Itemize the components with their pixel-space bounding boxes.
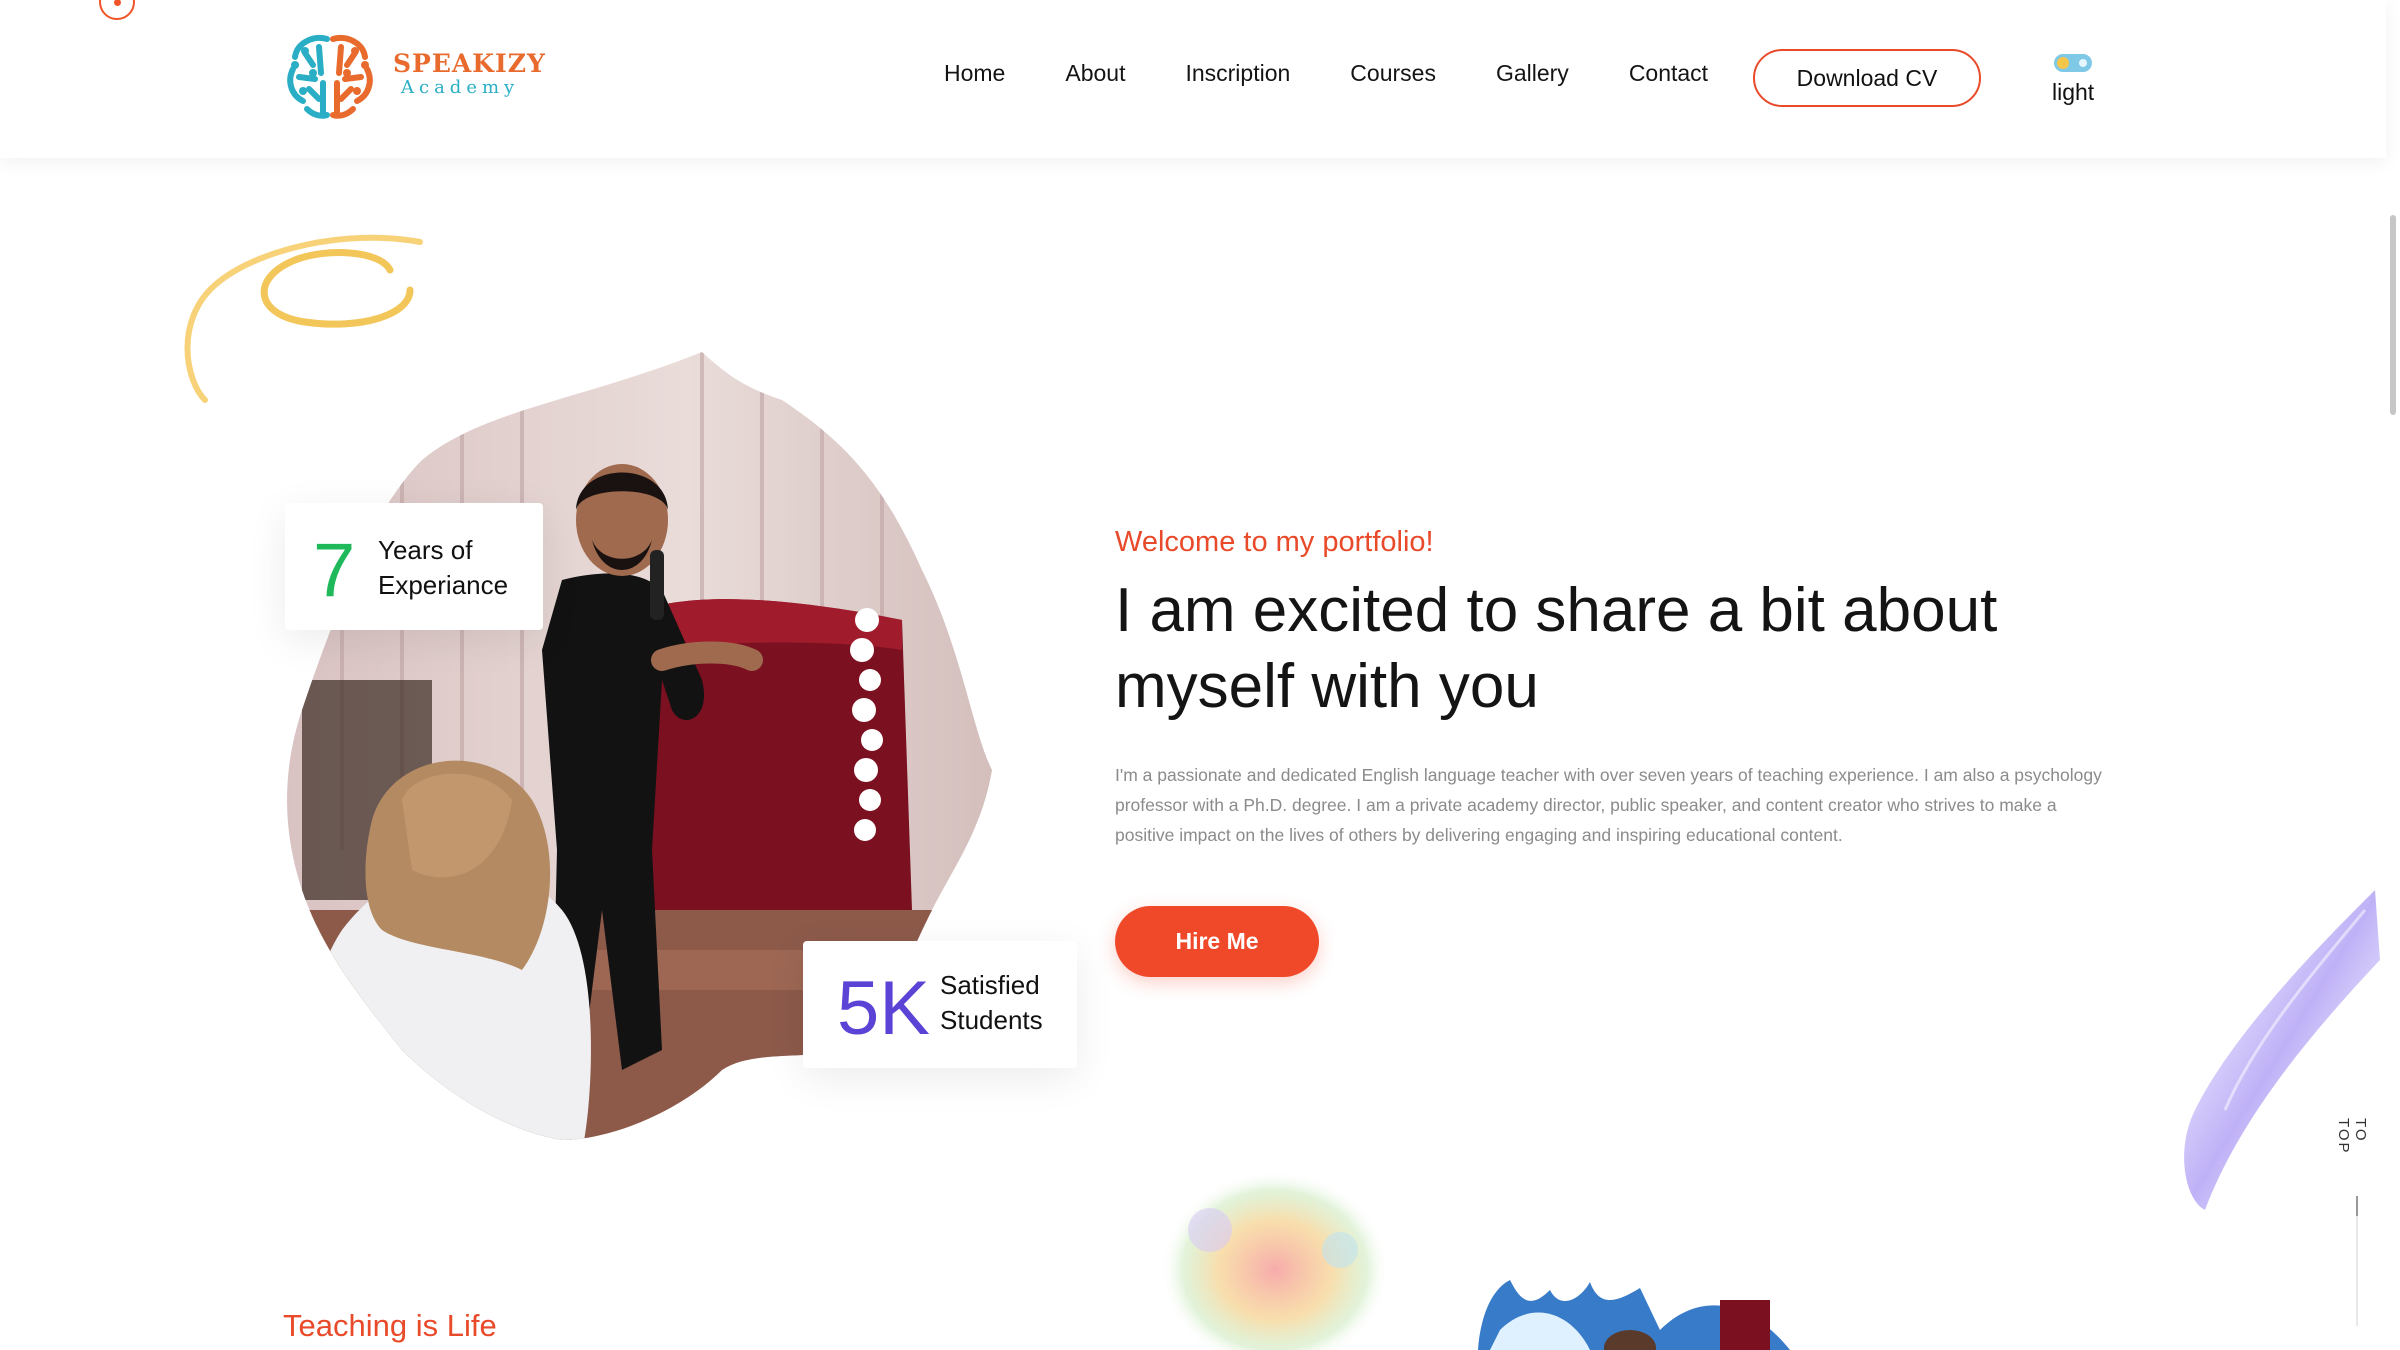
brand-logo[interactable]: SPEAKIZY Academy	[283, 29, 545, 121]
theme-label: light	[2052, 79, 2095, 105]
section-kicker: Teaching is Life	[283, 1308, 497, 1343]
site-header: SPEAKIZY Academy Home About Inscription …	[0, 0, 2386, 158]
brain-logo-icon	[287, 35, 373, 119]
page-scrollbar[interactable]	[2390, 215, 2396, 415]
nav-about[interactable]: About	[1065, 60, 1125, 100]
nav-contact[interactable]: Contact	[1629, 60, 1708, 100]
experience-label: Years of Experiance	[378, 535, 509, 600]
students-label: Satisfied Students	[940, 970, 1043, 1035]
hero-description: I'm a passionate and dedicated English l…	[1115, 765, 2102, 845]
students-number: 5K	[837, 966, 930, 1051]
to-top-control[interactable]: TO TOP	[2335, 1118, 2369, 1328]
to-top-progress-line	[2356, 1196, 2358, 1326]
watercolor-splash-decoration	[1160, 1170, 1390, 1350]
nav-home[interactable]: Home	[944, 60, 1005, 100]
welcome-kicker: Welcome to my portfolio!	[1115, 526, 1434, 558]
students-stat-card: 5K Satisfied Students	[803, 941, 1077, 1068]
cursor-dot-icon	[99, 0, 135, 20]
experience-number: 7	[313, 528, 356, 613]
nav-courses[interactable]: Courses	[1350, 60, 1436, 100]
theme-switcher[interactable]: light	[2050, 52, 2096, 110]
teaching-photo-preview	[1478, 1280, 1790, 1350]
brand-name: SPEAKIZY	[393, 49, 546, 78]
hero-headline: I am excited to share a bit about myself…	[1115, 576, 1998, 721]
download-cv-button[interactable]: Download CV	[1753, 49, 1981, 107]
nav-inscription[interactable]: Inscription	[1185, 60, 1290, 100]
nav-gallery[interactable]: Gallery	[1496, 60, 1569, 100]
brand-subtitle: Academy	[401, 77, 520, 98]
to-top-label[interactable]: TO TOP	[2335, 1118, 2369, 1178]
experience-stat-card: 7 Years of Experiance	[285, 503, 543, 630]
hire-me-button[interactable]: Hire Me	[1115, 906, 1319, 977]
theme-toggle-icon[interactable]	[2054, 54, 2092, 72]
main-nav: Home About Inscription Courses Gallery C…	[944, 60, 1708, 100]
